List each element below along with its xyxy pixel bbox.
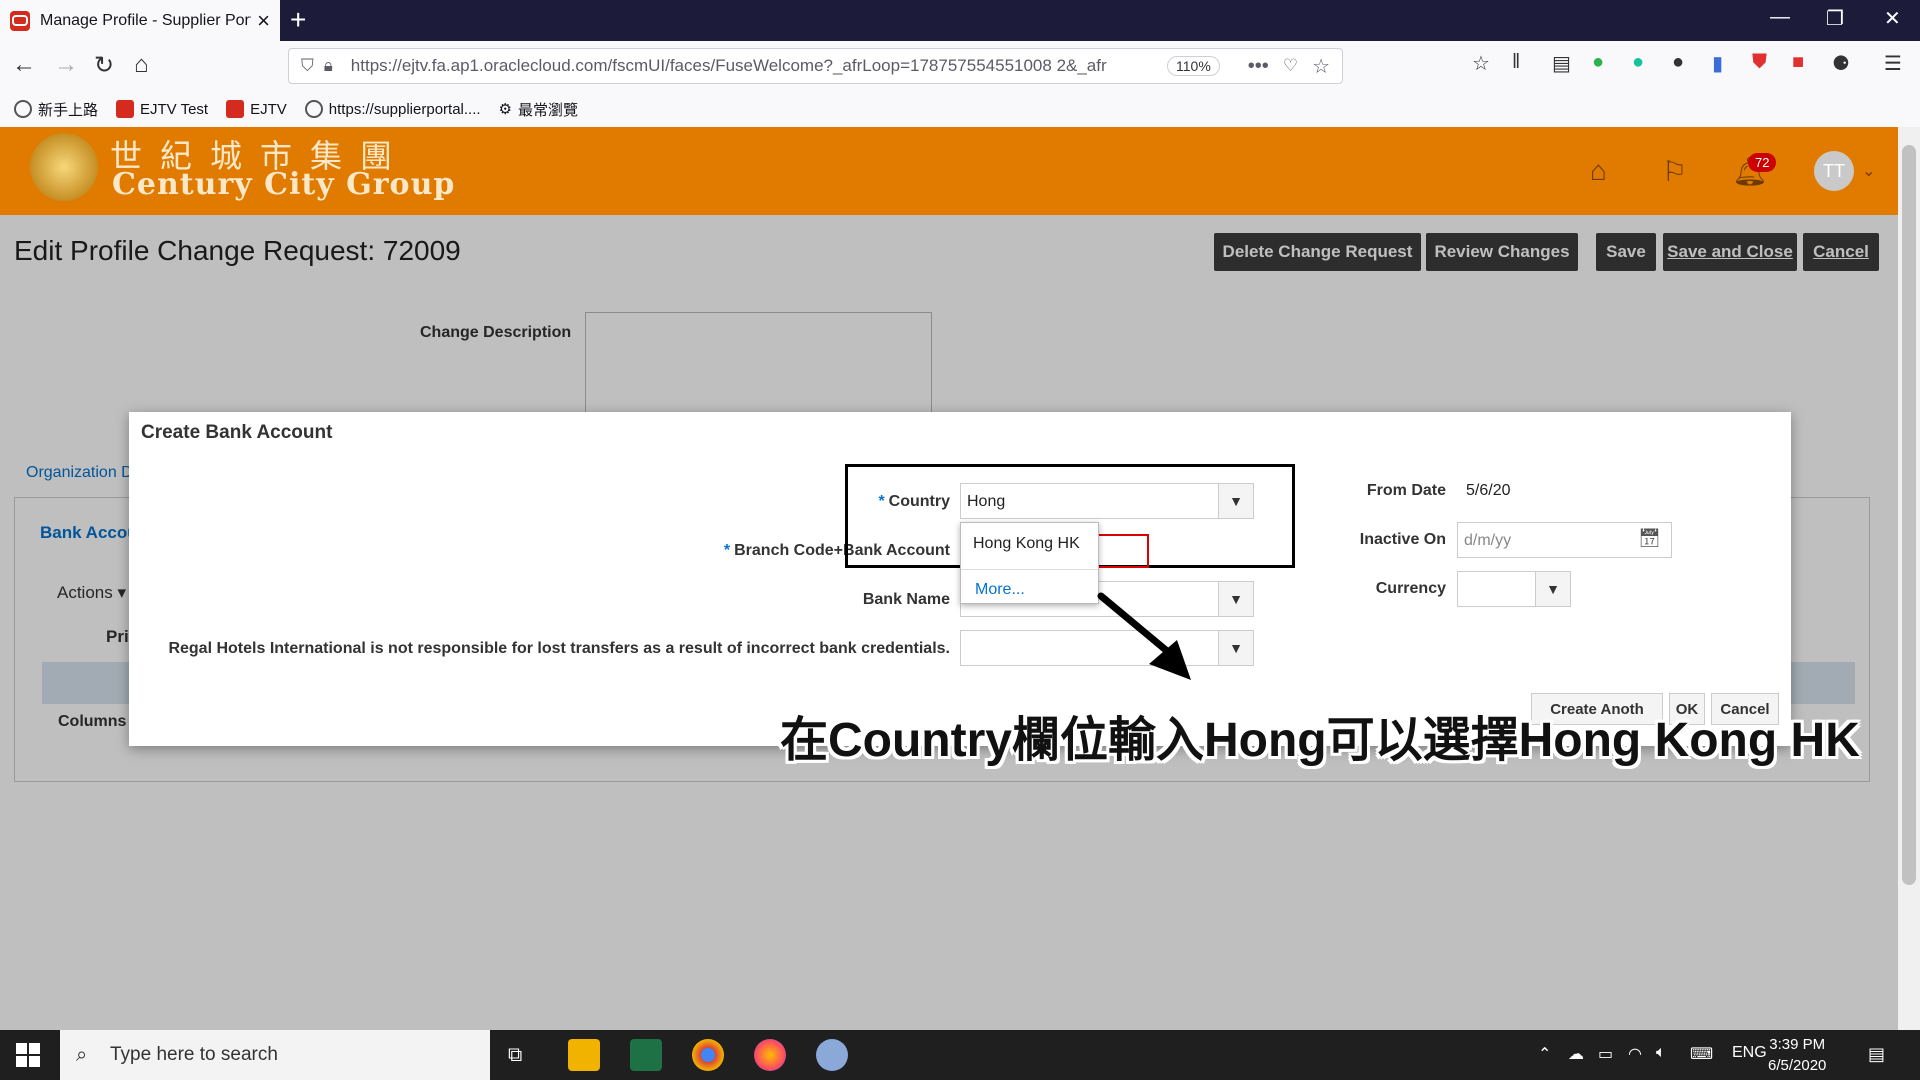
from-date-value: 5/6/20 xyxy=(1466,482,1511,499)
browser-tab[interactable]: Manage Profile - Supplier Portal × xyxy=(0,0,280,41)
extension-shield-icon[interactable]: ⛊ xyxy=(1752,51,1767,74)
globe-icon xyxy=(14,100,32,118)
notification-badge: 72 xyxy=(1748,153,1777,172)
address-bar[interactable]: ⛉ 🔒︎ https://ejtv.fa.ap1.oraclecloud.com… xyxy=(288,48,1343,84)
century-city-logo[interactable] xyxy=(30,133,98,201)
bookmarks-bar: 新手上路 EJTV Test EJTV https://supplierport… xyxy=(0,91,1920,127)
network-icon[interactable]: ◠ xyxy=(1628,1044,1642,1064)
bank-name-dropdown-button[interactable]: ▼ xyxy=(1218,581,1254,617)
home-icon[interactable]: ⌂ xyxy=(134,51,149,79)
bookmark-item[interactable]: EJTV xyxy=(226,100,287,118)
more-actions-icon[interactable]: ••• xyxy=(1248,55,1269,78)
chevron-up-icon[interactable]: ⌃ xyxy=(1538,1044,1551,1064)
forward-icon[interactable]: → xyxy=(54,51,78,79)
pocket-icon[interactable]: ♡ xyxy=(1283,56,1298,76)
battery-icon[interactable]: ▭ xyxy=(1598,1044,1613,1064)
restore-icon[interactable]: ❐ xyxy=(1826,6,1844,31)
minimize-icon[interactable]: — xyxy=(1770,6,1790,29)
flag-icon[interactable]: ⚐ xyxy=(1662,155,1687,188)
globe-icon xyxy=(304,100,323,118)
paint-icon[interactable] xyxy=(816,1039,848,1071)
firefox-icon[interactable] xyxy=(754,1039,786,1071)
shield-icon[interactable]: ⛉ xyxy=(301,56,314,76)
chrome-icon[interactable] xyxy=(692,1039,724,1071)
zoom-indicator[interactable]: 110% xyxy=(1167,56,1220,76)
browser-nav-bar: ← → ↻ ⌂ ⛉ 🔒︎ https://ejtv.fa.ap1.oraclec… xyxy=(0,41,1920,91)
windows-taskbar: ⌕ Type here to search ⧉ ⌃ ☁ ▭ ◠ 🔈︎ ⌨ ENG… xyxy=(0,1030,1920,1080)
url-text: https://ejtv.fa.ap1.oraclecloud.com/fscm… xyxy=(350,56,1107,75)
disclaimer-label: Regal Hotels International is not respon… xyxy=(168,640,950,657)
home-icon[interactable]: ⌂ xyxy=(1590,155,1607,187)
suggestion-hong-kong[interactable]: Hong Kong HK xyxy=(973,535,1080,553)
back-icon[interactable]: ← xyxy=(12,51,36,79)
avatar[interactable]: TT xyxy=(1814,151,1854,191)
app-header: 世紀城市集團 Century City Group ⌂ ⚐ 🔔︎ 72 TT ⌄ xyxy=(0,127,1898,215)
library-icon[interactable]: ‖ xyxy=(1512,51,1520,74)
gear-icon: ⚙ xyxy=(498,101,512,118)
action-center-icon[interactable]: ▤ xyxy=(1868,1044,1885,1065)
close-tab-icon[interactable]: × xyxy=(257,8,270,34)
new-tab-icon[interactable]: + xyxy=(290,4,306,36)
browser-tab-bar: Manage Profile - Supplier Portal × + — ❐… xyxy=(0,0,1920,41)
task-view-icon[interactable]: ⧉ xyxy=(508,1044,522,1067)
account-icon[interactable]: ● xyxy=(1672,51,1684,74)
currency-dropdown-button[interactable]: ▼ xyxy=(1535,571,1571,607)
close-window-icon[interactable]: ✕ xyxy=(1884,6,1901,31)
search-icon: ⌕ xyxy=(76,1043,88,1066)
required-icon: * xyxy=(723,542,731,559)
chevron-down-icon[interactable]: ⌄ xyxy=(1862,161,1875,181)
extension-check-icon[interactable]: ● xyxy=(1592,51,1604,74)
tab-title: Manage Profile - Supplier Portal xyxy=(40,11,252,29)
lock-icon[interactable]: 🔒︎ xyxy=(324,56,333,76)
bookmark-item[interactable]: EJTV Test xyxy=(116,100,208,118)
oracle-icon xyxy=(226,100,245,118)
menu-icon[interactable]: ☰ xyxy=(1884,51,1902,76)
dialog-title: Create Bank Account xyxy=(141,422,333,443)
country-suggestions-popup: Hong Kong HK More... xyxy=(960,522,1099,604)
disclaimer-dropdown-button[interactable]: ▼ xyxy=(1218,630,1254,666)
file-explorer-icon[interactable] xyxy=(568,1039,600,1071)
bookmark-star-icon[interactable]: ☆ xyxy=(1312,54,1330,79)
keyboard-icon[interactable]: ⌨ xyxy=(1690,1044,1713,1064)
oracle-icon xyxy=(116,100,135,118)
oracle-favicon-icon xyxy=(10,10,30,31)
scrollbar-thumb[interactable] xyxy=(1902,145,1916,885)
currency-input[interactable] xyxy=(1457,571,1535,607)
calendar-icon[interactable]: 📅︎ xyxy=(1638,528,1661,549)
bookmark-item[interactable]: https://supplierportal.... xyxy=(304,100,481,118)
onedrive-icon[interactable]: ☁ xyxy=(1568,1044,1584,1064)
divider xyxy=(961,569,1098,570)
windows-start-icon[interactable] xyxy=(16,1043,40,1067)
taskbar-clock[interactable]: 3:39 PM 6/5/2020 xyxy=(1768,1034,1826,1076)
bookmark-item[interactable]: 新手上路 xyxy=(14,99,98,120)
currency-label: Currency xyxy=(1375,580,1446,597)
from-date-label: From Date xyxy=(1366,482,1446,499)
grammarly-icon[interactable]: ● xyxy=(1632,51,1644,74)
annotation-caption: 在Country欄位輸入Hong可以選擇Hong Kong HK xyxy=(780,714,1860,767)
volume-icon[interactable]: 🔈︎ xyxy=(1656,1044,1666,1062)
branch-code-input[interactable] xyxy=(1095,534,1149,568)
reload-icon[interactable]: ↻ xyxy=(94,51,114,80)
annotation-arrow-icon xyxy=(1097,592,1191,680)
logo-english-text: Century City Group xyxy=(112,167,456,202)
reading-list-icon[interactable]: ☆ xyxy=(1472,51,1490,76)
more-link[interactable]: More... xyxy=(975,581,1025,599)
bank-name-label: Bank Name xyxy=(862,591,950,608)
extension-flag-icon[interactable]: ▮ xyxy=(1712,51,1723,76)
language-indicator[interactable]: ENG xyxy=(1732,1044,1767,1062)
extension-misc-icon[interactable]: ⚈ xyxy=(1832,51,1850,76)
bookmark-item[interactable]: ⚙ 最常瀏覽 xyxy=(499,99,578,120)
extension-red-icon[interactable]: ■ xyxy=(1792,51,1804,74)
sidebar-icon[interactable]: ▤ xyxy=(1552,51,1571,76)
inactive-on-label: Inactive On xyxy=(1359,531,1446,548)
excel-icon[interactable] xyxy=(630,1039,662,1071)
taskbar-search[interactable]: ⌕ Type here to search xyxy=(60,1030,490,1080)
